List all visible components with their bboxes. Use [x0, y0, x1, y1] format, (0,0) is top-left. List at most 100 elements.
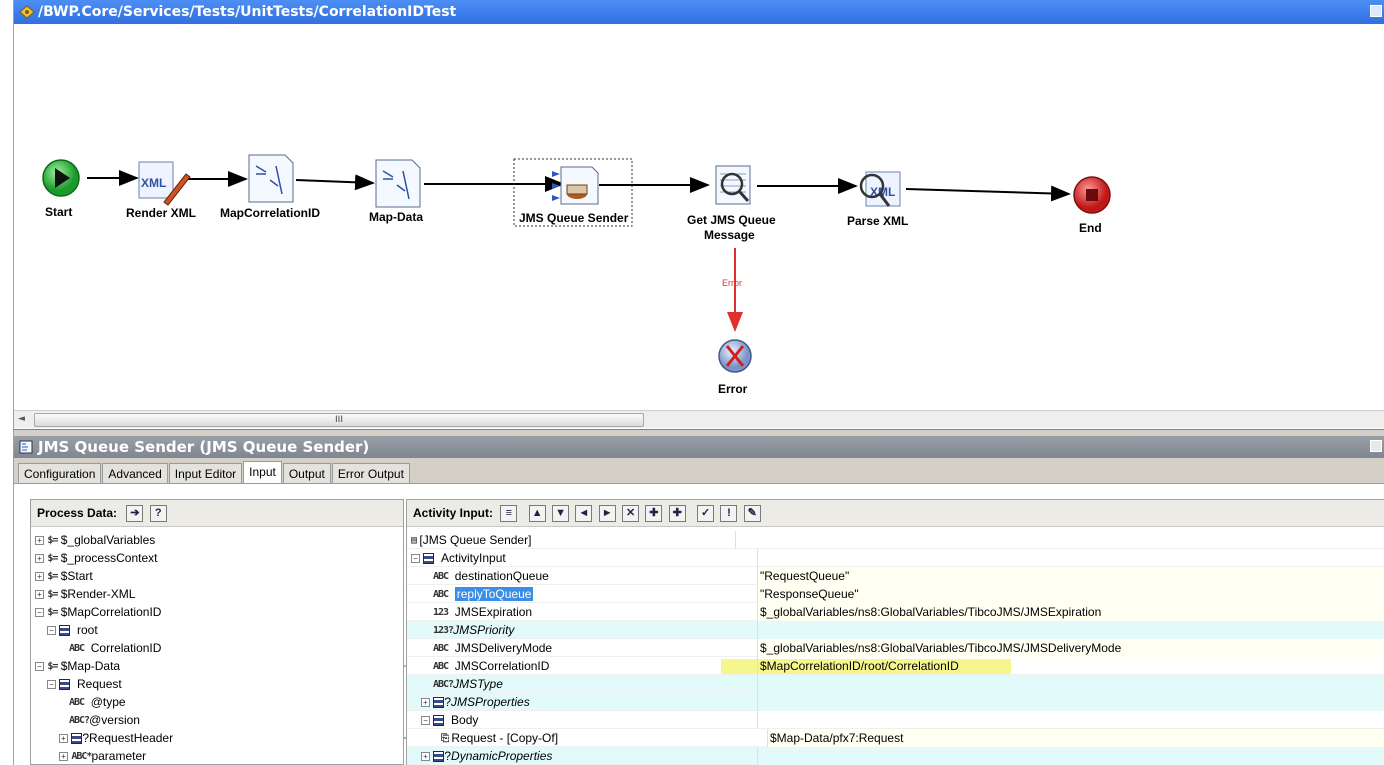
- input-row-jms-correlation-id[interactable]: ABC JMSCorrelationID $MapCorrelationID/r…: [407, 657, 1384, 675]
- input-row-body[interactable]: − Body: [407, 711, 1384, 729]
- canvas-title: /BWP.Core/Services/Tests/UnitTests/Corre…: [38, 4, 457, 20]
- expand-icon[interactable]: +: [59, 734, 68, 744]
- tree-item-type-attr[interactable]: ABC @type: [69, 693, 126, 711]
- variable-icon: $=: [47, 660, 58, 672]
- process-canvas-window: /BWP.Core/Services/Tests/UnitTests/Corre…: [14, 0, 1384, 430]
- element-icon: [71, 733, 83, 745]
- node-start[interactable]: Start: [42, 159, 80, 219]
- tab-advanced[interactable]: Advanced: [102, 463, 168, 485]
- input-row-activity-input[interactable]: − ActivityInput: [407, 549, 1384, 567]
- collapse-icon[interactable]: −: [35, 608, 44, 618]
- expand-icon[interactable]: +: [35, 572, 44, 582]
- tree-item-version-attr[interactable]: ABC?@version: [69, 711, 140, 729]
- activity-input-header: Activity Input: ≡ ▲ ▼ ◄ ► ✕ ✚ ✚ ✓ ! ✎: [407, 500, 1384, 527]
- collapse-icon[interactable]: −: [47, 680, 56, 690]
- tree-item-render-xml[interactable]: + $= $Render-XML: [35, 585, 135, 603]
- input-row-destination-queue[interactable]: ABC destinationQueue "RequestQueue": [407, 567, 1384, 585]
- tree-item-map-correlation-id[interactable]: − $= $MapCorrelationID: [35, 603, 161, 621]
- node-get-jms-queue-message[interactable]: Get JMS Queue Message: [687, 165, 776, 242]
- expand-icon[interactable]: +: [35, 536, 44, 546]
- move-right-button[interactable]: ►: [598, 505, 616, 523]
- element-icon: [433, 715, 445, 727]
- panel-maximize-button[interactable]: [1370, 440, 1382, 452]
- tree-item-request[interactable]: − Request: [47, 675, 122, 693]
- node-render-xml-label: Render XML: [126, 206, 196, 220]
- tree-item-root[interactable]: − root: [47, 621, 98, 639]
- transition-map-mapdata[interactable]: [295, 174, 375, 191]
- node-error[interactable]: Error: [718, 339, 752, 396]
- input-row-request-copy-of[interactable]: ⎘ Request - [Copy-Of] $Map-Data/pfx7:Req…: [407, 729, 1384, 747]
- input-row-dynamic-properties[interactable]: + ?DynamicProperties: [407, 747, 1384, 765]
- collapse-icon[interactable]: −: [47, 626, 56, 636]
- collapse-icon[interactable]: −: [421, 716, 430, 726]
- add-button[interactable]: ✚: [645, 505, 663, 523]
- input-row-jms-delivery-mode[interactable]: ABC JMSDeliveryMode $_globalVariables/ns…: [407, 639, 1384, 657]
- arrow-down-icon: ▼: [555, 507, 566, 520]
- pencil-icon: ✎: [747, 507, 757, 520]
- expand-icon[interactable]: +: [421, 752, 430, 762]
- input-row-jms-priority[interactable]: 123?JMSPriority: [407, 621, 1384, 639]
- node-error-label: Error: [718, 382, 748, 396]
- tree-item-start[interactable]: + $= $Start: [35, 567, 93, 585]
- node-map-correlation-id[interactable]: MapCorrelationID: [220, 154, 320, 220]
- variable-icon: $=: [47, 606, 58, 618]
- node-map-data[interactable]: Map-Data: [369, 159, 423, 224]
- arrow-right-icon: ►: [601, 507, 613, 520]
- show-details-button[interactable]: ≡: [500, 505, 518, 523]
- input-row-jms-expiration[interactable]: 123 JMSExpiration $_globalVariables/ns8:…: [407, 603, 1384, 621]
- check-icon: ✓: [700, 507, 711, 520]
- input-row-jms-type[interactable]: ABC?JMSType: [407, 675, 1384, 693]
- expand-icon[interactable]: +: [421, 698, 430, 708]
- warnings-button[interactable]: !: [720, 505, 738, 523]
- variable-icon: $=: [47, 534, 58, 546]
- move-down-button[interactable]: ▼: [552, 505, 570, 523]
- canvas-maximize-button[interactable]: [1370, 5, 1382, 17]
- tree-item-global-variables[interactable]: + $= $_globalVariables: [35, 531, 155, 549]
- arrow-left-icon: ◄: [578, 507, 590, 520]
- help-icon: ?: [154, 507, 162, 520]
- error-transition-label: Error: [722, 278, 742, 288]
- show-connected-button[interactable]: ➔: [126, 505, 144, 523]
- tree-item-process-context[interactable]: + $= $_processContext: [35, 549, 157, 567]
- tree-item-map-data[interactable]: − $= $Map-Data: [35, 657, 120, 675]
- node-end[interactable]: End: [1073, 176, 1111, 235]
- tab-configuration[interactable]: Configuration: [18, 463, 102, 485]
- node-map-correlation-id-label: MapCorrelationID: [220, 206, 320, 220]
- element-icon: [59, 679, 71, 691]
- collapse-icon[interactable]: −: [411, 554, 420, 564]
- details-icon: ≡: [505, 507, 513, 520]
- expand-icon[interactable]: +: [35, 554, 44, 564]
- tree-item-request-header[interactable]: + ?RequestHeader: [59, 729, 173, 747]
- scroll-thumb[interactable]: III: [34, 413, 644, 427]
- tab-input[interactable]: Input: [243, 461, 282, 485]
- validate-button[interactable]: ✓: [697, 505, 715, 523]
- add-child-button[interactable]: ✚: [668, 505, 686, 523]
- node-render-xml[interactable]: XML Render XML: [126, 161, 196, 220]
- process-data-pane: Process Data: ➔ ? + $= $_globalVariables…: [30, 499, 404, 765]
- scroll-left-arrow-icon[interactable]: ◄: [18, 414, 30, 426]
- app-window: /BWP.Core/Services/Tests/UnitTests/Corre…: [0, 0, 1384, 765]
- transition-parse-end[interactable]: [905, 185, 1071, 202]
- expand-icon[interactable]: +: [59, 752, 68, 762]
- help-button[interactable]: ?: [149, 505, 167, 523]
- element-icon: [433, 751, 445, 763]
- input-row-activity[interactable]: ▤ [JMS Queue Sender]: [407, 531, 1384, 549]
- tab-output[interactable]: Output: [282, 463, 331, 485]
- collapse-icon[interactable]: −: [35, 662, 44, 672]
- tab-error-output[interactable]: Error Output: [331, 463, 410, 485]
- canvas-horizontal-scrollbar[interactable]: ◄ III: [14, 410, 1384, 428]
- delete-button[interactable]: ✕: [622, 505, 640, 523]
- node-parse-xml[interactable]: XML Parse XML: [847, 171, 908, 228]
- move-left-button[interactable]: ◄: [575, 505, 593, 523]
- node-jms-queue-sender[interactable]: JMS Queue Sender: [513, 158, 633, 227]
- move-up-button[interactable]: ▲: [528, 505, 546, 523]
- tree-item-correlation-id[interactable]: ABC CorrelationID: [69, 639, 161, 657]
- input-row-jms-properties[interactable]: + ?JMSProperties: [407, 693, 1384, 711]
- number-icon: 123: [433, 606, 449, 618]
- expand-icon[interactable]: +: [35, 590, 44, 600]
- tree-item-parameter[interactable]: + ABC*parameter: [59, 747, 146, 765]
- input-row-reply-to-queue[interactable]: ABC replyToQueue "ResponseQueue": [407, 585, 1384, 603]
- repeating-string-icon: ABC*: [71, 750, 92, 762]
- edit-button[interactable]: ✎: [743, 505, 761, 523]
- tab-input-editor[interactable]: Input Editor: [168, 463, 243, 485]
